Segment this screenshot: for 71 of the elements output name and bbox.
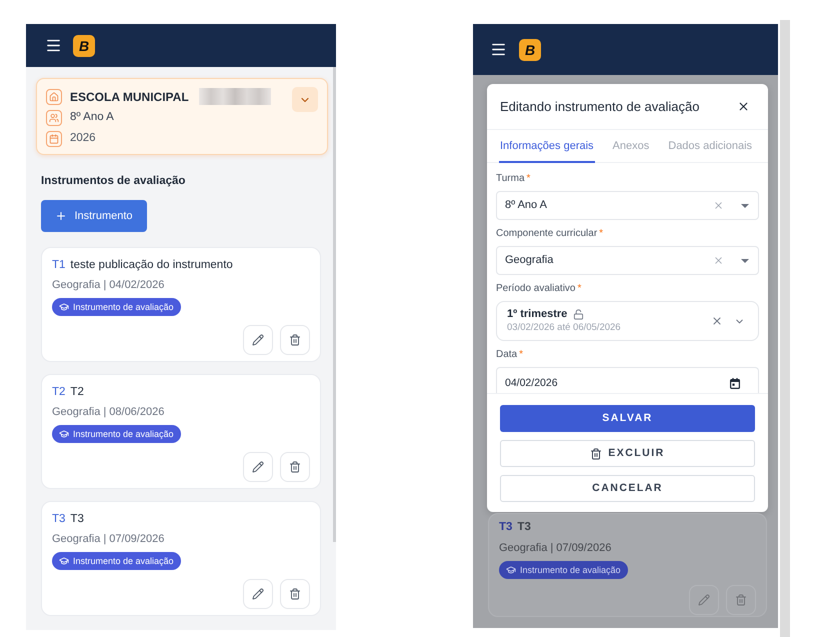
add-instrument-button[interactable]: Instrumento [41,200,147,232]
field-detail: 03/02/2026 até 06/05/2026 [507,322,621,334]
field-label: Data * [496,349,524,361]
calendar-icon [46,130,62,146]
clear-icon[interactable] [713,255,724,266]
instrument-subtitle: Geografia | 04/02/2026 [52,278,164,292]
select-field[interactable]: Geografia [496,246,759,275]
scrollbar-track[interactable] [780,20,790,637]
type-tag-label: Instrumento de avaliação [73,556,174,566]
calendar-icon[interactable] [730,378,740,389]
trash-icon [289,334,301,346]
instrument-title: T3 [517,520,531,534]
app-logo: B [73,34,95,56]
trash-icon [735,594,747,606]
field-label: Componente curricular * [496,228,604,240]
instrument-code: T1 [52,258,66,272]
section-title: Instrumentos de avaliação [41,175,186,187]
instrument-subtitle: Geografia | 07/09/2026 [52,532,164,546]
expand-toggle-button[interactable] [292,87,318,112]
instrument-code: T3 [52,512,66,526]
type-tag-label: Instrumento de avaliação [520,565,621,575]
type-tag-label: Instrumento de avaliação [73,302,174,312]
instrument-subtitle: Geografia | 07/09/2026 [499,541,612,555]
field-value: 8º Ano A [505,198,548,214]
clear-icon[interactable] [711,315,723,327]
pencil-icon [698,594,710,606]
instrument-subtitle: Geografia | 08/06/2026 [52,405,164,419]
graduation-cap-icon [59,302,69,312]
field-value: 04/02/2026 [505,376,559,391]
caret-down-icon[interactable] [741,258,749,262]
select-field[interactable]: 8º Ano A [496,191,759,220]
save-button[interactable]: SALVAR [500,405,755,432]
app-logo: B [519,38,541,60]
trash-icon [289,461,301,473]
tab[interactable]: Informações gerais [499,140,595,163]
date-field[interactable]: 04/02/2026 [496,367,759,393]
house-icon [46,88,62,104]
close-icon[interactable] [737,100,750,113]
graduation-cap-icon [59,556,69,566]
menu-icon[interactable] [490,41,507,58]
instrument-title: teste publicação do instrumento [70,258,233,272]
graduation-cap-icon [59,429,69,439]
field-value: 1º trimestre [507,308,568,321]
graduation-cap-icon [506,565,516,575]
caret-down-icon[interactable] [741,204,749,208]
open-lock-icon [573,309,584,320]
instrument-title: T2 [70,385,84,399]
select-field[interactable]: 1º trimestre 03/02/2026 até 06/05/2026 [496,301,759,341]
type-tag-label: Instrumento de avaliação [73,429,174,439]
school-info-text: 8º Ano A [70,110,114,125]
instrument-title: T3 [70,512,84,526]
field-label: Turma * [496,173,530,185]
pencil-icon [252,588,264,600]
instrument-code: T3 [499,520,512,534]
field-value: Geografia [505,253,554,268]
menu-icon[interactable] [45,37,62,54]
school-info-text: 2026 [70,130,96,146]
scrollbar-thumb[interactable] [333,67,336,542]
pencil-icon [252,461,264,473]
delete-button[interactable]: EXCLUIR [500,440,755,467]
plus-icon [55,210,68,222]
field-label: Período avaliativo * [496,283,582,295]
trash-icon [590,448,602,460]
school-info-text: ESCOLA MUNICIPAL [70,88,189,106]
clear-icon[interactable] [713,200,724,211]
instrument-code: T2 [52,385,66,399]
modal-title: Editando instrumento de avaliação [500,98,700,116]
pencil-icon [252,334,264,346]
trash-icon [289,588,301,600]
cancel-button[interactable]: CANCELAR [500,475,755,502]
people-icon [46,110,62,126]
